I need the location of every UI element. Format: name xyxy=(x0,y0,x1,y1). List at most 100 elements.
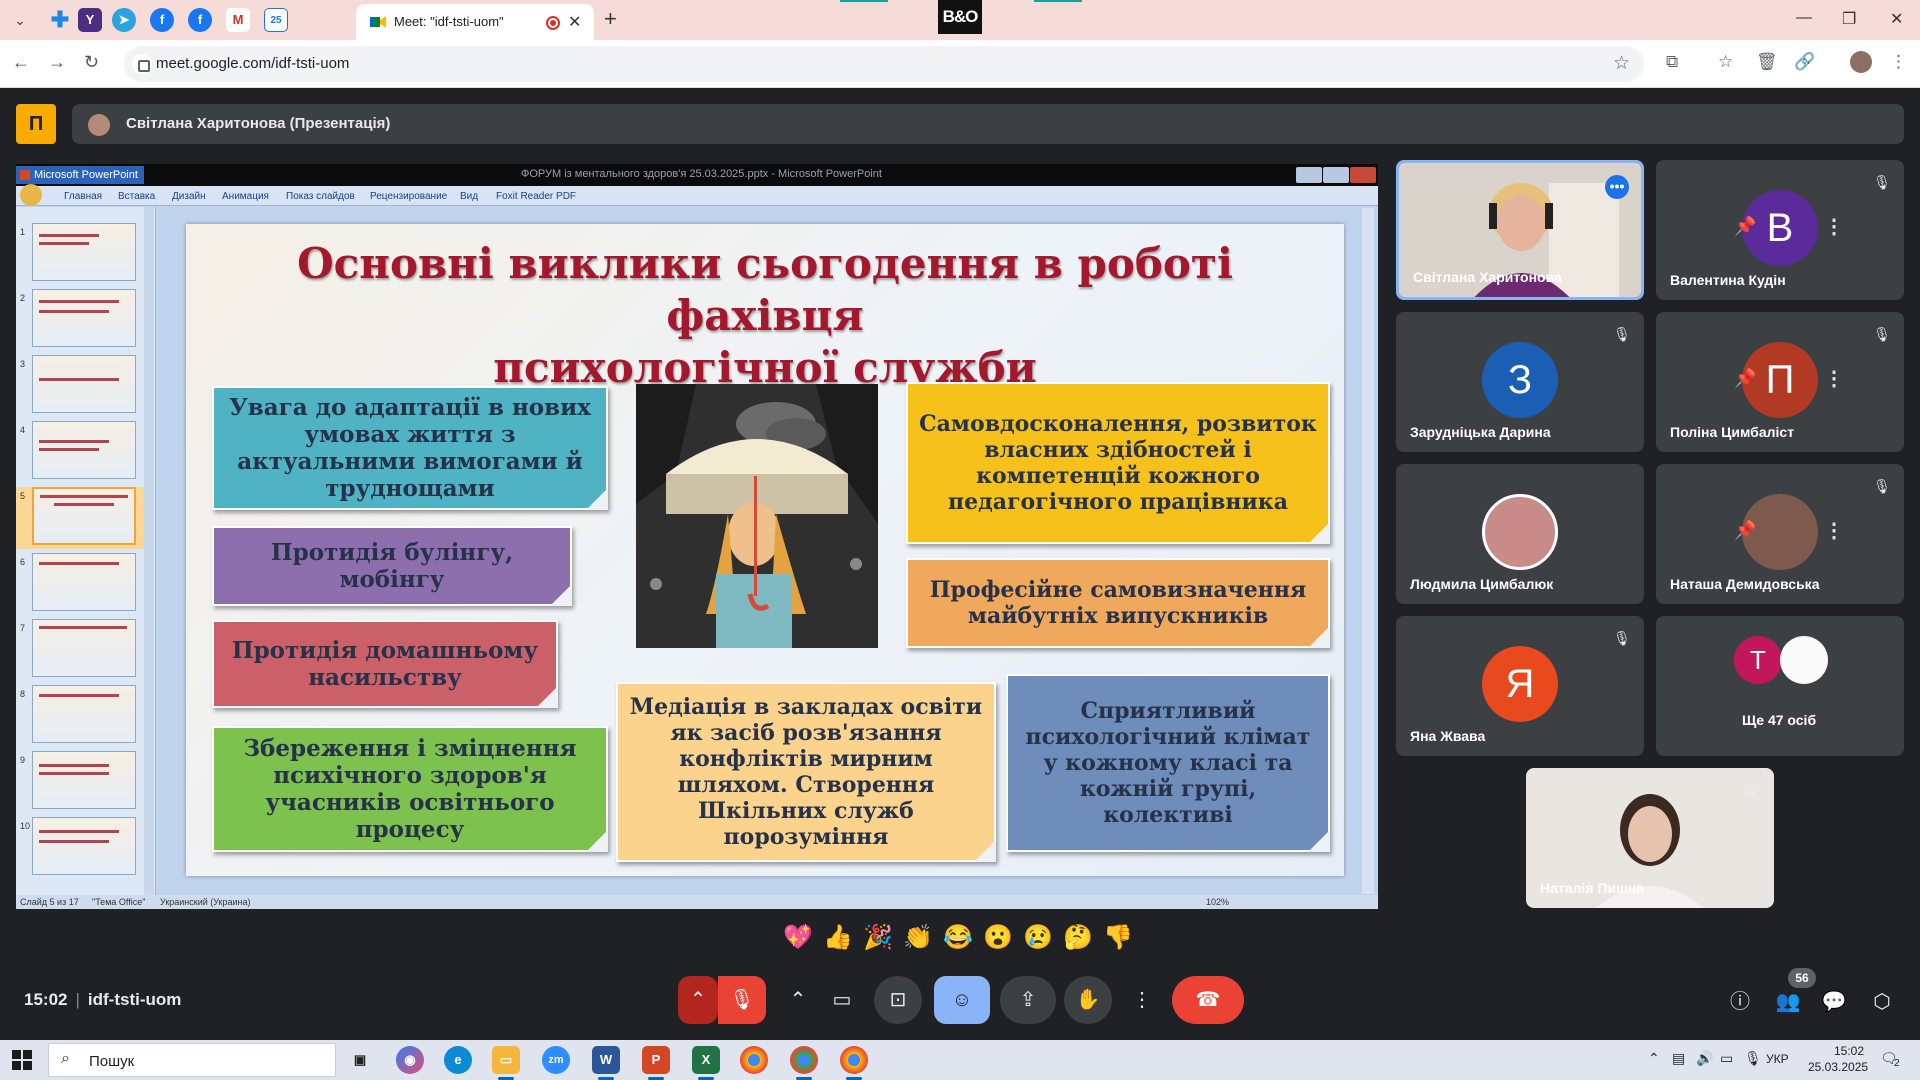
mic-off-icon: 🎙 xyxy=(1873,174,1891,190)
tile-options-icon[interactable]: ••• xyxy=(1605,175,1629,199)
presenter-bar: Світлана Харитонова (Презентація) xyxy=(72,104,1904,144)
volume-icon[interactable]: 🔊 xyxy=(1696,1050,1713,1067)
participant-tile[interactable]: П 📌 ⋮ 🎙 Поліна Цимбаліст xyxy=(1656,312,1904,452)
minimize-window-icon[interactable]: — xyxy=(1796,9,1812,27)
more-options-icon[interactable]: ⋮ xyxy=(1824,518,1844,543)
video-options-button[interactable]: ⌃ xyxy=(778,976,818,1024)
participant-tile[interactable]: Я 🎙 Яна Жвава xyxy=(1396,616,1644,756)
close-tab-icon[interactable]: ✕ xyxy=(568,12,581,32)
new-tab-button[interactable]: + xyxy=(604,6,617,32)
raise-hand-button[interactable]: ✋ xyxy=(1064,976,1112,1024)
participant-tile[interactable]: З 🎙 Зарудніцька Дарина xyxy=(1396,312,1644,452)
captions-button[interactable]: ⊡ xyxy=(874,976,922,1024)
leave-call-button[interactable]: ☎ xyxy=(1172,976,1244,1024)
excel-icon[interactable]: X xyxy=(692,1046,720,1080)
back-arrow-icon[interactable]: ← xyxy=(12,52,30,73)
reaction-sad[interactable]: 😢 xyxy=(1018,918,1058,958)
chrome-icon[interactable] xyxy=(740,1046,768,1074)
reaction-thumbs-down[interactable]: 👎 xyxy=(1098,918,1138,958)
reaction-party[interactable]: 🎉 xyxy=(858,918,898,958)
slide-thumbnail: 10 xyxy=(16,817,144,879)
taskbar-search[interactable]: ⌕ Пошук xyxy=(48,1043,336,1077)
more-options-icon[interactable]: ⋮ xyxy=(1824,366,1844,391)
others-tile[interactable]: Т Ще 47 осіб xyxy=(1656,616,1904,756)
reload-icon[interactable]: ↻ xyxy=(84,52,99,73)
word-icon[interactable]: W xyxy=(592,1046,620,1080)
tab-search-chevron-icon[interactable]: ⌄ xyxy=(10,10,30,30)
pinned-tab-plus-icon[interactable]: ✚ xyxy=(48,8,72,32)
participant-tile[interactable]: Людмила Цимбалюк xyxy=(1396,464,1644,604)
mic-toggle-button[interactable]: 🎙 xyxy=(718,976,766,1024)
tray-chevron-icon[interactable]: ⌃ xyxy=(1648,1050,1660,1067)
edge-icon[interactable]: e xyxy=(444,1046,472,1074)
ppt-window-buttons xyxy=(1295,167,1376,183)
forward-arrow-icon[interactable]: → xyxy=(48,52,66,73)
profile-avatar[interactable] xyxy=(1850,51,1872,73)
pinned-tab-telegram-icon[interactable]: ➤ xyxy=(112,8,136,32)
reaction-laugh[interactable]: 😂 xyxy=(938,918,978,958)
menu-kebab-icon[interactable]: ⋮ xyxy=(1890,52,1907,72)
reaction-thumbs-up[interactable]: 👍 xyxy=(818,918,858,958)
zoom-icon[interactable]: zm xyxy=(542,1046,570,1074)
powerpoint-icon[interactable]: P xyxy=(642,1046,670,1080)
pin-icon[interactable]: 📌 xyxy=(1734,520,1756,541)
close-window-icon[interactable]: ✕ xyxy=(1890,9,1903,29)
browser-tab-bar: ⌄ ✚ Y ➤ f f M 25 Meet: "idf-tsti-uom" ✕ … xyxy=(0,0,1920,40)
activities-icon[interactable]: ⬡ xyxy=(1866,986,1898,1018)
participant-tile[interactable]: В 📌 ⋮ 🎙 Валентина Кудін xyxy=(1656,160,1904,300)
audio-options-button[interactable]: ⌃ xyxy=(678,976,718,1024)
participant-tile-presenter[interactable]: ••• Світлана Харитонова xyxy=(1396,160,1644,300)
mic-tray-icon[interactable]: 🎙 xyxy=(1744,1050,1762,1067)
bookmarks-icon[interactable]: ☆ xyxy=(1718,52,1733,72)
url-text[interactable]: meet.google.com/idf-tsti-uom xyxy=(156,55,349,72)
meeting-details-icon[interactable]: ⓘ xyxy=(1724,986,1756,1018)
participant-name: Валентина Кудін xyxy=(1670,272,1786,288)
reaction-heart[interactable]: 💖 xyxy=(778,918,818,958)
reactions-button[interactable]: ☺ xyxy=(934,976,990,1024)
more-options-icon[interactable]: ⋮ xyxy=(1824,214,1844,239)
pinned-tab-gmail-icon[interactable]: M xyxy=(226,8,250,32)
present-button[interactable]: ⇪ xyxy=(1000,976,1056,1024)
pin-icon[interactable]: 📌 xyxy=(1734,216,1756,237)
chrome-profile-icon[interactable] xyxy=(790,1046,818,1080)
delete-icon[interactable]: 🗑 xyxy=(1756,52,1778,72)
taskbar-clock[interactable]: 15:02 25.03.2025 xyxy=(1808,1043,1869,1075)
participant-tile[interactable]: 📌 ⋮ 🎙 Наташа Демидовська xyxy=(1656,464,1904,604)
ribbon-tab: Главная xyxy=(64,191,103,202)
participant-tile[interactable]: 🎙 Наталія Пишна xyxy=(1526,768,1774,908)
pinned-tab-app-icon[interactable]: Y xyxy=(78,8,102,32)
clock-date: 25.03.2025 xyxy=(1808,1060,1869,1074)
reaction-thinking[interactable]: 🤔 xyxy=(1058,918,1098,958)
extensions-icon[interactable]: ⧉ xyxy=(1666,52,1678,72)
copilot-icon[interactable]: ◉ xyxy=(396,1046,424,1074)
pinned-tab-facebook-icon[interactable]: f xyxy=(150,8,174,32)
people-icon[interactable]: 👥 xyxy=(1772,986,1804,1018)
keyboard-language[interactable]: УКР xyxy=(1766,1052,1789,1066)
bookmark-star-icon[interactable]: ☆ xyxy=(1613,52,1630,75)
others-count-label: Ще 47 осіб xyxy=(1742,712,1817,728)
link-icon[interactable]: 🔗 xyxy=(1794,52,1815,72)
camera-toggle-button[interactable]: ▭ xyxy=(818,976,866,1024)
task-view-icon[interactable]: ▣ xyxy=(346,1046,374,1074)
ribbon-tab: Анимация xyxy=(222,191,269,202)
more-options-button[interactable]: ⋮ xyxy=(1122,976,1162,1024)
participant-name: Яна Жвава xyxy=(1410,728,1486,744)
active-tab[interactable]: Meet: "idf-tsti-uom" ✕ xyxy=(356,4,594,40)
network-icon[interactable]: ▭ xyxy=(1720,1050,1733,1067)
file-explorer-icon[interactable]: ▭ xyxy=(492,1046,520,1080)
pinned-tab-calendar-icon[interactable]: 25 xyxy=(264,8,288,32)
chat-icon[interactable]: 💬 xyxy=(1818,986,1850,1018)
restore-window-icon[interactable]: ❐ xyxy=(1842,9,1856,29)
slide-thumbnails-panel: 1 2 3 4 5 6 7 8 9 10 xyxy=(16,207,156,897)
pin-icon[interactable]: 📌 xyxy=(1734,368,1756,389)
site-info-icon[interactable] xyxy=(132,54,152,74)
note-mediation: Медіація в закладах освіти як засіб розв… xyxy=(616,682,996,862)
tray-app-icon[interactable]: ▤ xyxy=(1672,1050,1685,1067)
reaction-clap[interactable]: 👏 xyxy=(898,918,938,958)
search-icon: ⌕ xyxy=(61,1050,70,1067)
address-bar[interactable]: meet.google.com/idf-tsti-uom ☆ xyxy=(124,46,1644,82)
windows-start-icon[interactable] xyxy=(12,1050,32,1070)
chrome-profile-icon[interactable] xyxy=(840,1046,868,1080)
reaction-surprised[interactable]: 😮 xyxy=(978,918,1018,958)
pinned-tab-facebook-icon[interactable]: f xyxy=(188,8,212,32)
